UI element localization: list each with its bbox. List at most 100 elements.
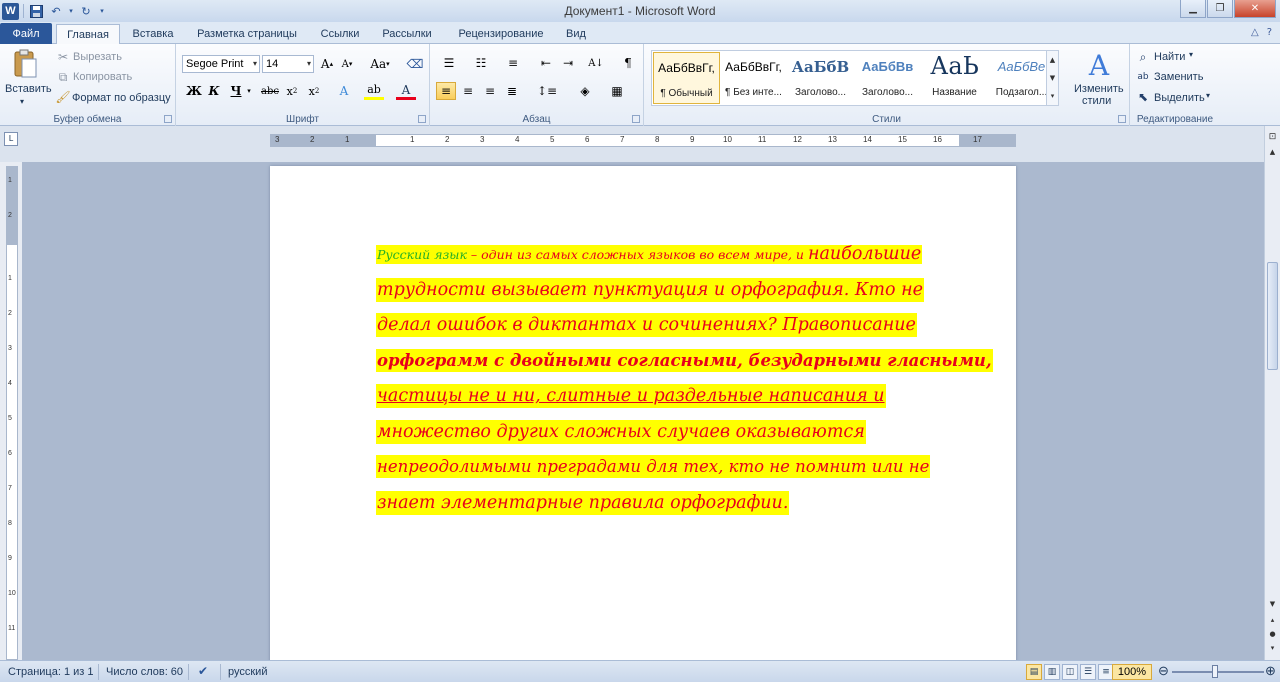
document-page[interactable]: Русский язык – один из самых сложных язы… <box>270 166 1016 660</box>
cut-button[interactable]: Вырезать <box>73 51 122 63</box>
proofing-icon[interactable]: ✔ <box>198 664 208 678</box>
ruler-toggle-icon[interactable]: ⊡ <box>1267 132 1278 144</box>
tab-view[interactable]: Вид <box>560 24 592 44</box>
font-launcher-icon[interactable] <box>418 115 426 123</box>
vertical-ruler[interactable]: 1 2 1 2 3 4 5 6 7 8 9 10 11 <box>6 166 18 660</box>
scroll-thumb[interactable] <box>1267 262 1278 370</box>
browse-object-icon[interactable]: ● <box>1267 630 1278 642</box>
pilcrow-icon[interactable]: ¶ <box>618 54 638 72</box>
bullets-icon[interactable]: ☰ <box>436 54 462 72</box>
superscript-icon[interactable]: x2 <box>304 82 324 100</box>
subscript-icon[interactable]: x2 <box>282 82 302 100</box>
font-size-combo[interactable]: 14 ▾ <box>262 55 314 73</box>
style-heading-1[interactable]: АаБбВ Заголово... <box>787 52 854 104</box>
underline-icon[interactable]: Ч <box>226 82 246 100</box>
zoom-slider[interactable] <box>1172 671 1264 673</box>
underline-dropdown-icon[interactable]: ▾ <box>244 82 254 100</box>
strikethrough-icon[interactable]: abc <box>260 82 280 100</box>
shading-icon[interactable]: ◈ <box>572 82 598 100</box>
scroll-down-icon[interactable]: ▼ <box>1267 600 1278 612</box>
help-icon[interactable]: ? <box>1267 27 1272 38</box>
zoom-out-icon[interactable]: ⊖ <box>1158 663 1169 679</box>
page-count[interactable]: Страница: 1 из 1 <box>8 666 94 678</box>
style-normal[interactable]: АаБбВвГг, ¶ Обычный <box>653 52 720 104</box>
styles-launcher-icon[interactable] <box>1118 115 1126 123</box>
restore-icon[interactable]: ❐ <box>1207 0 1233 18</box>
font-color-icon[interactable]: A <box>396 82 416 100</box>
scroll-up-icon[interactable]: ▲ <box>1267 148 1278 160</box>
change-styles-button-line2[interactable]: стили <box>1082 95 1111 107</box>
align-center-icon[interactable]: ≡ <box>458 82 478 100</box>
tab-review[interactable]: Рецензирование <box>446 24 556 44</box>
minimize-icon[interactable]: ▁ <box>1180 0 1206 18</box>
outline-view-icon[interactable]: ☰ <box>1080 664 1096 680</box>
line-spacing-icon[interactable]: ↕≡ <box>534 82 560 100</box>
chevron-down-icon[interactable]: ▼ <box>1050 74 1055 82</box>
full-screen-reading-icon[interactable]: ▥ <box>1044 664 1060 680</box>
next-page-icon[interactable]: ▾ <box>1267 644 1278 656</box>
select-dropdown-icon[interactable]: ▾ <box>1206 91 1210 100</box>
style-no-spacing[interactable]: АаБбВвГг, ¶ Без инте... <box>720 52 787 104</box>
tab-selector-icon[interactable]: L <box>4 132 18 146</box>
zoom-in-icon[interactable]: ⊕ <box>1265 663 1276 679</box>
select-button[interactable]: Выделить <box>1154 92 1205 104</box>
tab-file[interactable]: Файл <box>0 23 52 44</box>
align-left-icon[interactable]: ≡ <box>436 82 456 100</box>
paste-dropdown-icon[interactable]: ▾ <box>20 97 24 106</box>
chevron-up-icon[interactable]: ▲ <box>1050 56 1055 64</box>
style-title[interactable]: АаЬ Название <box>921 52 988 104</box>
format-painter-button[interactable]: Формат по образцу <box>72 92 171 104</box>
borders-icon[interactable]: ▦ <box>604 82 630 100</box>
gallery-scrollbar[interactable]: ▲ ▼ ▾ <box>1046 51 1058 105</box>
tab-references[interactable]: Ссылки <box>312 24 368 44</box>
close-icon[interactable]: ✕ <box>1234 0 1276 18</box>
document-body[interactable]: Русский язык – один из самых сложных язы… <box>376 240 993 524</box>
clear-formatting-icon[interactable]: ⌫ <box>405 55 425 73</box>
vertical-scrollbar[interactable]: ⊡ ▲ ▼ ▴ ● ▾ <box>1264 126 1280 660</box>
gallery-more-icon[interactable]: ▾ <box>1051 92 1055 100</box>
tab-page-layout[interactable]: Разметка страницы <box>188 24 306 44</box>
word-count[interactable]: Число слов: 60 <box>106 666 183 678</box>
tab-insert[interactable]: Вставка <box>124 24 182 44</box>
paste-icon[interactable] <box>10 48 40 82</box>
zoom-level[interactable]: 100% <box>1112 664 1152 680</box>
decrease-indent-icon[interactable]: ⇤ <box>536 54 556 72</box>
highlight-color-icon[interactable]: ab <box>364 82 384 100</box>
align-right-icon[interactable]: ≡ <box>480 82 500 100</box>
previous-page-icon[interactable]: ▴ <box>1267 616 1278 628</box>
bold-icon[interactable]: Ж <box>184 82 204 100</box>
grow-font-icon[interactable]: A ▴ <box>317 55 337 73</box>
paste-button[interactable]: Вставить <box>5 83 52 95</box>
tab-home[interactable]: Главная <box>56 24 120 45</box>
shrink-font-icon[interactable]: A ▾ <box>337 55 357 73</box>
find-dropdown-icon[interactable]: ▾ <box>1189 50 1193 59</box>
style-heading-2[interactable]: АаБбВв Заголово... <box>854 52 921 104</box>
document-area[interactable]: Русский язык – один из самых сложных язы… <box>22 162 1264 660</box>
minimize-ribbon-icon[interactable]: △ <box>1251 27 1259 38</box>
style-subtitle[interactable]: АаБбВе Подзагол... <box>988 52 1055 104</box>
zoom-slider-thumb[interactable] <box>1212 665 1218 678</box>
sort-icon[interactable]: A↓ <box>586 54 606 72</box>
web-layout-icon[interactable]: ◫ <box>1062 664 1078 680</box>
font-name-combo[interactable]: Segoe Print ▾ <box>182 55 260 73</box>
copy-button[interactable]: Копировать <box>73 71 132 83</box>
italic-icon[interactable]: К <box>204 82 224 100</box>
chevron-down-icon[interactable]: ▾ <box>253 56 257 72</box>
horizontal-ruler[interactable]: 3 2 1 1 2 3 4 5 6 7 8 9 10 11 12 13 14 1… <box>270 134 1016 147</box>
justify-icon[interactable]: ≣ <box>502 82 522 100</box>
multilevel-list-icon[interactable]: ≡ <box>500 54 526 72</box>
find-button[interactable]: Найти <box>1154 51 1185 63</box>
print-layout-view-icon[interactable]: ▤ <box>1026 664 1042 680</box>
change-styles-icon[interactable]: A <box>1084 49 1114 82</box>
clipboard-launcher-icon[interactable] <box>164 115 172 123</box>
numbering-icon[interactable]: ☷ <box>468 54 494 72</box>
language-indicator[interactable]: русский <box>228 666 267 678</box>
text-effects-icon[interactable]: A <box>334 82 354 100</box>
tab-mailings[interactable]: Рассылки <box>374 24 440 44</box>
change-styles-button[interactable]: Изменить <box>1074 83 1124 95</box>
paragraph-launcher-icon[interactable] <box>632 115 640 123</box>
chevron-down-icon[interactable]: ▾ <box>307 56 311 72</box>
replace-button[interactable]: Заменить <box>1154 71 1203 83</box>
increase-indent-icon[interactable]: ⇥ <box>558 54 578 72</box>
change-case-button[interactable]: Aa ▾ <box>367 55 393 73</box>
